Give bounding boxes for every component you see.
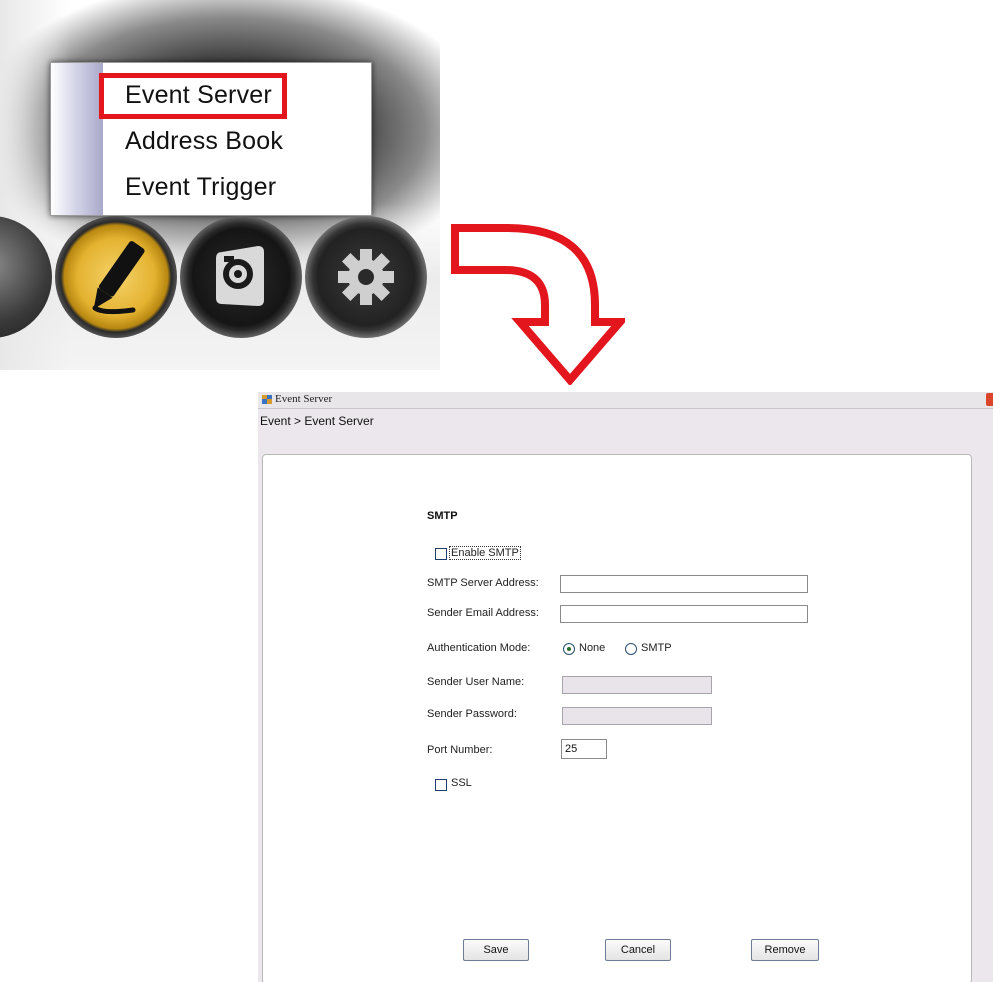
sender-password-label: Sender Password: — [427, 708, 517, 720]
highlight-box — [99, 73, 287, 119]
ssl-checkbox[interactable] — [435, 779, 447, 791]
sender-password-input[interactable] — [562, 707, 712, 725]
gear-icon[interactable] — [305, 216, 427, 338]
menu-item-event-trigger[interactable]: Event Trigger — [125, 173, 276, 202]
auth-none-radio[interactable] — [563, 643, 575, 655]
app-icon — [262, 395, 272, 404]
context-menu: Event Server Address Book Event Trigger — [50, 62, 372, 216]
remove-button[interactable]: Remove — [751, 939, 819, 961]
sender-user-label: Sender User Name: — [427, 676, 525, 688]
sender-user-input[interactable] — [562, 676, 712, 694]
context-menu-stripe — [51, 63, 103, 215]
ssl-label[interactable]: SSL — [451, 777, 472, 789]
smtp-server-input[interactable] — [560, 575, 808, 593]
auth-smtp-label[interactable]: SMTP — [641, 642, 672, 654]
dock-menu-screenshot: Event Server Address Book Event Trigger — [0, 0, 440, 370]
auth-mode-label: Authentication Mode: — [427, 642, 531, 654]
smtp-panel: SMTP Enable SMTP SMTP Server Address: Se… — [262, 454, 972, 982]
edit-pencil-icon[interactable] — [55, 216, 177, 338]
port-number-label: Port Number: — [427, 744, 493, 756]
window-title: Event Server — [275, 393, 333, 405]
event-server-window: Event Server Event > Event Server SMTP E… — [258, 392, 993, 982]
port-number-input[interactable] — [561, 739, 607, 759]
smtp-server-label: SMTP Server Address: — [427, 577, 539, 589]
menu-item-address-book[interactable]: Address Book — [125, 127, 283, 156]
close-icon[interactable] — [986, 393, 993, 406]
dock-bar — [0, 212, 440, 342]
enable-smtp-label[interactable]: Enable SMTP — [449, 546, 521, 560]
cancel-button[interactable]: Cancel — [605, 939, 671, 961]
sender-email-label: Sender Email Address: — [427, 607, 539, 619]
curved-arrow-icon — [451, 224, 625, 385]
auth-smtp-radio[interactable] — [625, 643, 637, 655]
enable-smtp-checkbox[interactable] — [435, 548, 447, 560]
radio-selected-dot — [567, 647, 571, 651]
title-bar: Event Server — [258, 392, 993, 409]
breadcrumb: Event > Event Server — [260, 414, 374, 428]
camera-icon[interactable] — [180, 216, 302, 338]
sender-email-input[interactable] — [560, 605, 808, 623]
dock-button-partial[interactable] — [0, 216, 52, 338]
section-title: SMTP — [427, 510, 458, 522]
auth-none-label[interactable]: None — [579, 642, 605, 654]
save-button[interactable]: Save — [463, 939, 529, 961]
